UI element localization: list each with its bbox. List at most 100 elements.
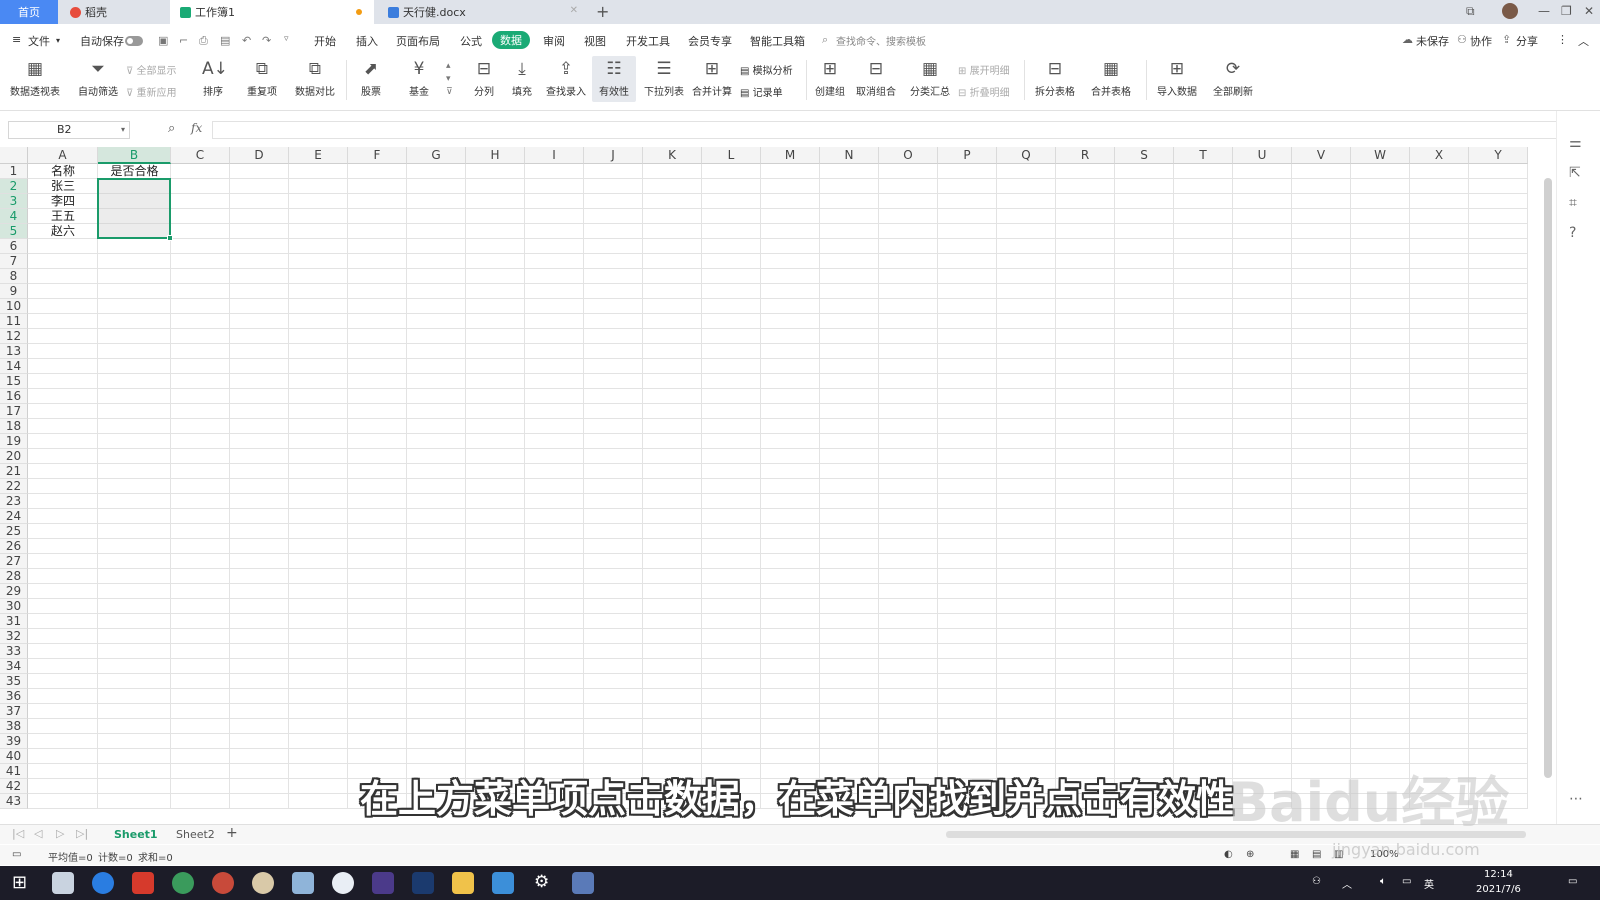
row-header-19[interactable]: 19 <box>0 434 28 449</box>
collab-button[interactable]: 协作 <box>1470 33 1492 49</box>
new-tab-button[interactable]: + <box>596 2 609 21</box>
dropdown-list-button[interactable]: ☰ 下拉列表 <box>642 56 686 102</box>
save-icon[interactable]: ▣ <box>158 34 168 47</box>
col-header-i[interactable]: I <box>525 147 584 164</box>
subtotal-button[interactable]: ▦ 分类汇总 <box>908 56 952 102</box>
consolidate-button[interactable]: ⊞ 合并计算 <box>690 56 734 102</box>
gallery-scroll-icon[interactable]: ▴ ▾ ⊽ <box>446 60 453 99</box>
row-header-6[interactable]: 6 <box>0 239 28 254</box>
more-options-icon[interactable]: ⋯ <box>1569 791 1583 807</box>
restore-icon[interactable]: ❐ <box>1561 4 1572 18</box>
tab-docer[interactable]: 稻壳 <box>60 0 168 24</box>
row-header-35[interactable]: 35 <box>0 674 28 689</box>
name-box[interactable]: B2 ▾ <box>8 121 130 139</box>
settings-gear-icon[interactable]: ⚙ <box>534 872 549 892</box>
row-header-3[interactable]: 3 <box>0 194 28 209</box>
notification-icon[interactable]: ▭ <box>1568 876 1577 887</box>
row-header-7[interactable]: 7 <box>0 254 28 269</box>
stock-button[interactable]: ⬈ 股票 <box>354 56 388 102</box>
row-header-43[interactable]: 43 <box>0 794 28 809</box>
row-header-22[interactable]: 22 <box>0 479 28 494</box>
row-header-41[interactable]: 41 <box>0 764 28 779</box>
cell-a3[interactable]: 李四 <box>28 194 98 209</box>
command-search[interactable]: 查找命令、搜索模板 <box>836 33 926 48</box>
row-header-2[interactable]: 2 <box>0 179 28 194</box>
row-header-31[interactable]: 31 <box>0 614 28 629</box>
more-icon[interactable]: ⋮ <box>1557 33 1568 46</box>
data-compare-button[interactable]: ⧉ 数据对比 <box>290 56 340 102</box>
menu-formula[interactable]: 公式 <box>460 33 482 49</box>
cell-a2[interactable]: 张三 <box>28 179 98 194</box>
validity-button[interactable]: ☷ 有效性 <box>592 56 636 102</box>
cell-selection-range[interactable] <box>97 178 173 241</box>
select-all-corner[interactable] <box>0 147 28 164</box>
row-header-28[interactable]: 28 <box>0 569 28 584</box>
row-header-17[interactable]: 17 <box>0 404 28 419</box>
select-cursor-icon[interactable]: ⇱ <box>1569 165 1581 181</box>
sheet-tab-sheet1[interactable]: Sheet1 <box>114 828 158 841</box>
browser-icon[interactable] <box>92 872 114 894</box>
ungroup-button[interactable]: ⊟ 取消组合 <box>852 56 900 102</box>
volume-icon[interactable]: 🔈︎ <box>1380 876 1386 887</box>
hamburger-icon[interactable]: ≡ <box>12 33 21 46</box>
row-header-23[interactable]: 23 <box>0 494 28 509</box>
col-header-p[interactable]: P <box>938 147 997 164</box>
pivot-table-button[interactable]: ▦ 数据透视表 <box>8 56 62 102</box>
app-a-icon[interactable] <box>332 872 354 894</box>
menu-review[interactable]: 审阅 <box>543 33 565 49</box>
col-header-k[interactable]: K <box>643 147 702 164</box>
row-header-11[interactable]: 11 <box>0 314 28 329</box>
menu-start[interactable]: 开始 <box>314 33 336 49</box>
help-icon[interactable]: ? <box>1569 225 1576 241</box>
photoshop-icon[interactable] <box>412 872 434 894</box>
menu-insert[interactable]: 插入 <box>356 33 378 49</box>
minimize-icon[interactable]: — <box>1538 4 1550 18</box>
tab-workbook[interactable]: 工作簿1 <box>170 0 374 24</box>
chrome-icon[interactable] <box>172 872 194 894</box>
col-header-m[interactable]: M <box>761 147 820 164</box>
autosave-toggle[interactable] <box>125 36 143 46</box>
format-icon[interactable]: ⌗ <box>1569 195 1577 211</box>
close-tab-icon[interactable]: ✕ <box>570 5 578 16</box>
row-header-16[interactable]: 16 <box>0 389 28 404</box>
col-header-b[interactable]: B <box>98 147 171 164</box>
cell-a4[interactable]: 王五 <box>28 209 98 224</box>
spreadsheet-grid[interactable]: A B C D E F G H I J K L M N O P Q R S T U V W X Y 1 2 3 4 5 6 7 8 9 10 11 12… <box>0 147 1556 824</box>
next-sheet-icon[interactable]: ▷ <box>56 827 64 840</box>
normal-view-icon[interactable]: ▦ <box>1290 849 1299 860</box>
expand-detail-button[interactable]: ⊞ 展开明细 <box>958 62 1010 77</box>
row-header-29[interactable]: 29 <box>0 584 28 599</box>
row-header-27[interactable]: 27 <box>0 554 28 569</box>
print-icon[interactable]: ⎙ <box>199 34 208 48</box>
menu-page-layout[interactable]: 页面布局 <box>396 33 440 49</box>
window-layout-icon[interactable]: ⧉ <box>1466 4 1475 19</box>
row-header-14[interactable]: 14 <box>0 359 28 374</box>
row-header-8[interactable]: 8 <box>0 269 28 284</box>
col-header-h[interactable]: H <box>466 147 525 164</box>
col-header-j[interactable]: J <box>584 147 643 164</box>
redo-icon[interactable]: ↷ <box>262 34 271 47</box>
row-header-20[interactable]: 20 <box>0 449 28 464</box>
col-header-s[interactable]: S <box>1115 147 1174 164</box>
folder-icon[interactable] <box>452 872 474 894</box>
avatar[interactable] <box>1502 3 1518 19</box>
merge-table-button[interactable]: ▦ 合并表格 <box>1086 56 1136 102</box>
row-header-39[interactable]: 39 <box>0 734 28 749</box>
format-painter-icon[interactable]: ⌐ <box>179 34 188 47</box>
row-header-13[interactable]: 13 <box>0 344 28 359</box>
eye-protect-icon[interactable]: ◐ <box>1224 849 1233 860</box>
col-header-o[interactable]: O <box>879 147 938 164</box>
notes-icon[interactable] <box>292 872 314 894</box>
video-player-icon[interactable] <box>372 872 394 894</box>
split-column-button[interactable]: ⊟ 分列 <box>468 56 500 102</box>
network-icon[interactable]: ▭ <box>1402 876 1411 887</box>
unsaved-status[interactable]: 未保存 <box>1416 33 1449 49</box>
row-header-21[interactable]: 21 <box>0 464 28 479</box>
chrome-alt-icon[interactable] <box>212 872 234 894</box>
sort-button[interactable]: A↓ 排序 <box>196 56 230 102</box>
media-icon[interactable] <box>252 872 274 894</box>
col-header-l[interactable]: L <box>702 147 761 164</box>
refresh-all-button[interactable]: ⟳ 全部刷新 <box>1208 56 1258 102</box>
lookup-entry-button[interactable]: ⇪ 查找录入 <box>544 56 588 102</box>
row-header-40[interactable]: 40 <box>0 749 28 764</box>
